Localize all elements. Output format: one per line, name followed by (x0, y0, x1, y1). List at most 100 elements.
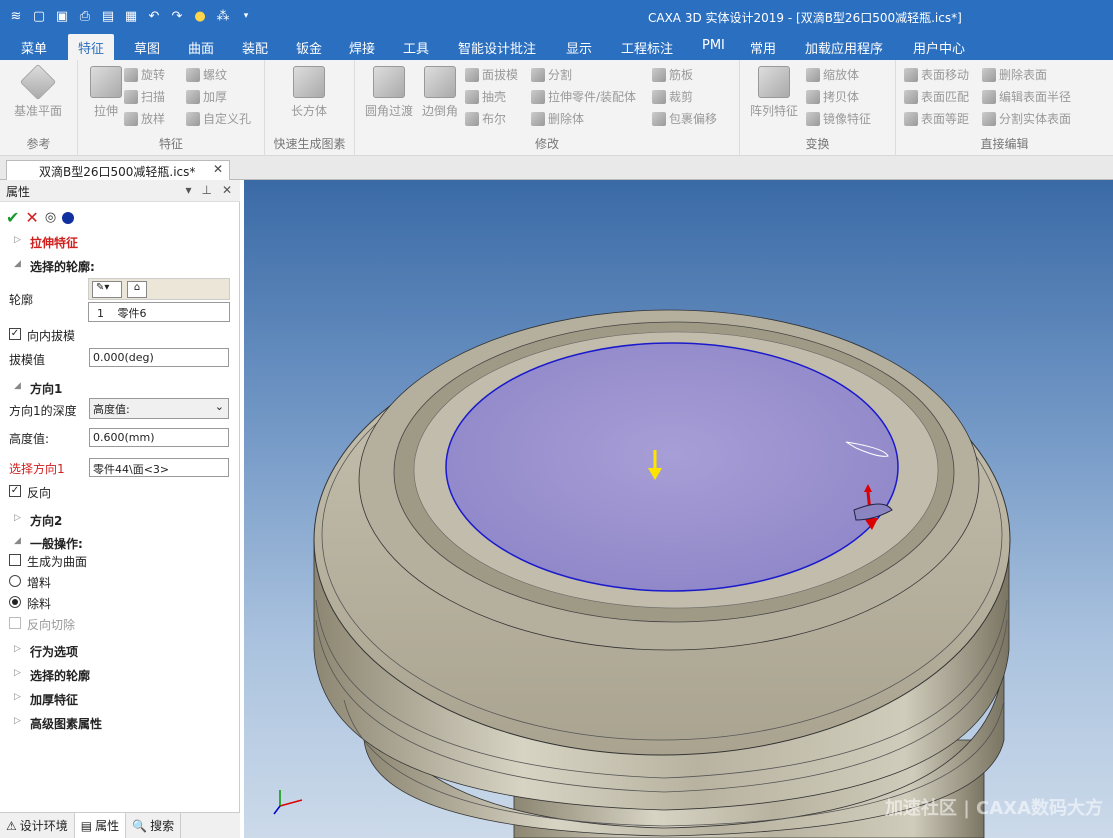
customize-qat-icon[interactable]: ▾ (236, 6, 256, 26)
apply-icon[interactable] (62, 211, 75, 224)
help-icon[interactable]: ● (190, 6, 210, 26)
pattern-button[interactable]: 阵列特征 (746, 66, 802, 119)
thread-button[interactable]: 螺纹 (186, 66, 227, 83)
cancel-icon[interactable]: ✕ (25, 208, 38, 227)
document-tab[interactable]: 双滴B型26口500减轻瓶.ics* ✕ (6, 160, 230, 180)
properties-icon: ▤ (80, 818, 93, 833)
thicken-button[interactable]: 加厚 (186, 88, 227, 105)
box-button[interactable]: 长方体 (281, 66, 337, 119)
close-icon[interactable]: ✕ (213, 162, 223, 176)
tab-properties[interactable]: ▤ 属性 (74, 813, 127, 838)
edit-radius-icon (982, 89, 996, 104)
wrap-offset-button[interactable]: 包裹偏移 (652, 110, 717, 127)
section-extrude-feature[interactable]: ▷ 拉伸特征 (0, 234, 240, 251)
add-material-label: 增料 (27, 576, 52, 590)
rib-button[interactable]: 筋板 (652, 66, 693, 83)
tab-display[interactable]: 显示 (566, 38, 592, 57)
tab-load-apps[interactable]: 加载应用程序 (805, 38, 883, 57)
copy-body-button[interactable]: 拷贝体 (806, 88, 859, 105)
edit-radius-button[interactable]: 编辑表面半径 (982, 88, 1071, 105)
gen-surface-checkbox[interactable] (9, 554, 21, 566)
draft-inward-checkbox[interactable]: ✓ (9, 328, 21, 340)
profile-item-index: 1 (97, 307, 104, 320)
delete-face-button[interactable]: 删除表面 (982, 66, 1047, 83)
sketch-edit-icon[interactable]: ✎▾ (92, 281, 122, 298)
section-behavior[interactable]: ▷ 行为选项 (0, 643, 240, 660)
tab-tools[interactable]: 工具 (403, 38, 429, 57)
undo-icon[interactable]: ↶ (144, 6, 164, 26)
tab-smart-design[interactable]: 智能设计批注 (458, 38, 536, 57)
tab-feature[interactable]: 特征 (68, 34, 115, 60)
tab-sketch[interactable]: 草图 (134, 38, 160, 57)
sketch-view-icon[interactable]: ⌂ (127, 281, 147, 298)
section-direction1[interactable]: ◢ 方向1 (0, 380, 240, 397)
mirror-button[interactable]: 镜像特征 (806, 110, 871, 127)
face-draft-button[interactable]: 面拔模 (465, 66, 518, 83)
general-ops-title: 一般操作: (30, 537, 83, 551)
tab-common[interactable]: 常用 (750, 38, 776, 57)
remove-material-radio[interactable] (9, 596, 21, 608)
3d-viewport[interactable]: 加速社区 | CAXA数码大方 (244, 180, 1113, 838)
dropdown-icon[interactable]: ▾ (185, 183, 191, 197)
tab-menu[interactable]: 菜单 (21, 38, 47, 57)
tab-design-env[interactable]: ⚠ 设计环境 (0, 813, 75, 838)
select-dir1-field[interactable]: 零件44\面<3> (89, 458, 229, 477)
tab-weld[interactable]: 焊接 (349, 38, 375, 57)
preview-icon[interactable]: ◎ (45, 210, 56, 225)
rotate-button[interactable]: 旋转 (124, 66, 165, 83)
extrude-part-button[interactable]: 拉伸零件/装配体 (531, 88, 636, 105)
folder-icon[interactable]: ▤ (98, 6, 118, 26)
dir1-depth-select[interactable]: 高度值: ⌄ (89, 398, 229, 419)
loft-button[interactable]: 放样 (124, 110, 165, 127)
redo-icon[interactable]: ↷ (167, 6, 187, 26)
trim-button[interactable]: 裁剪 (652, 88, 693, 105)
open-icon[interactable]: ▣ (52, 6, 72, 26)
new-icon[interactable]: ▢ (29, 6, 49, 26)
custom-hole-button[interactable]: 自定义孔 (186, 110, 251, 127)
tab-annotation[interactable]: 工程标注 (621, 38, 673, 57)
section-selected-profile[interactable]: ◢ 选择的轮廓: (0, 258, 240, 275)
ref-plane-button[interactable]: 基准平面 (10, 63, 66, 119)
reverse-checkbox[interactable]: ✓ (9, 485, 21, 497)
height-field[interactable]: 0.600(mm) (89, 428, 229, 447)
tab-pmi[interactable]: PMI (702, 38, 725, 53)
shell-button[interactable]: 抽壳 (465, 88, 506, 105)
face-match-button[interactable]: 表面匹配 (904, 88, 969, 105)
save-icon[interactable]: ▦ (121, 6, 141, 26)
sweep-button[interactable]: 扫描 (124, 88, 165, 105)
section-sel-profile[interactable]: ▷ 选择的轮廓 (0, 667, 240, 684)
section-direction2[interactable]: ▷ 方向2 (0, 512, 240, 529)
tab-surface[interactable]: 曲面 (188, 38, 214, 57)
tab-search[interactable]: 🔍 搜索 (126, 813, 182, 838)
style-icon[interactable]: ⁂ (213, 6, 233, 26)
profile-list-item[interactable]: 1 零件6 (88, 302, 230, 322)
split-solid-button[interactable]: 分割实体表面 (982, 110, 1071, 127)
document-tab-label: 双滴B型26口500减轻瓶.ics* (39, 165, 196, 179)
app-icon[interactable]: ≋ (6, 6, 26, 26)
advanced-title: 高级图素属性 (30, 717, 103, 731)
face-move-button[interactable]: 表面移动 (904, 66, 969, 83)
draft-value-field[interactable]: 0.000(deg) (89, 348, 229, 367)
section-advanced[interactable]: ▷ 高级图素属性 (0, 715, 240, 732)
face-equidist-button[interactable]: 表面等距 (904, 110, 969, 127)
chamfer-button[interactable]: 边倒角 (412, 66, 468, 119)
selected-face[interactable] (445, 342, 899, 592)
split-button[interactable]: 分割 (531, 66, 572, 83)
tab-sheetmetal[interactable]: 钣金 (296, 38, 322, 57)
tab-assembly[interactable]: 装配 (242, 38, 268, 57)
check-icon[interactable]: ✔ (6, 208, 19, 227)
tab-user-center[interactable]: 用户中心 (913, 38, 965, 57)
trim-label: 裁剪 (669, 90, 694, 104)
extrude-feature-title: 拉伸特征 (30, 236, 79, 250)
boolean-button[interactable]: 布尔 (465, 110, 506, 127)
thicken-label: 加厚 (203, 90, 228, 104)
fillet-button[interactable]: 圆角过渡 (361, 66, 417, 119)
scale-button[interactable]: 缩放体 (806, 66, 859, 83)
print-icon[interactable]: ⎙ (75, 6, 95, 26)
add-material-radio[interactable] (9, 575, 21, 587)
close-panel-icon[interactable]: ✕ (222, 183, 232, 197)
section-general-ops[interactable]: ◢ 一般操作: (0, 535, 240, 552)
delete-body-button[interactable]: 删除体 (531, 110, 584, 127)
section-thicken[interactable]: ▷ 加厚特征 (0, 691, 240, 708)
pin-icon[interactable]: ⊥ (201, 183, 211, 197)
